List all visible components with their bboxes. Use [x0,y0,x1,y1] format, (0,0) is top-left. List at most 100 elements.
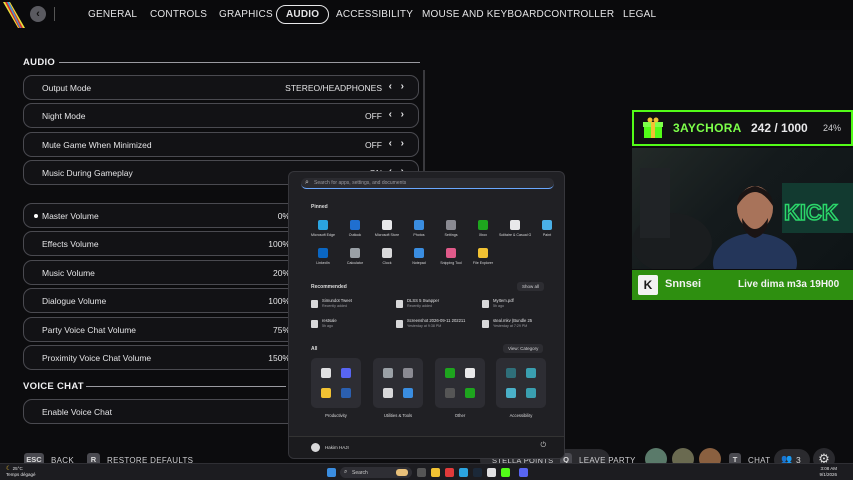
task-view-icon[interactable] [417,468,426,477]
tab-audio[interactable]: AUDIO [276,5,330,24]
windows-start-icon[interactable] [327,468,336,477]
start-search-input[interactable]: ⌕ Search for apps, settings, and documen… [301,178,554,189]
chrome-icon[interactable] [487,468,496,477]
pinned-app[interactable]: Photos [403,220,435,250]
setting-label: Party Voice Chat Volume [42,325,137,335]
setting-value: OFF [365,140,382,150]
recommended-item[interactable]: Simundot Tweet Recently added [311,298,391,314]
tab-controller[interactable]: CONTROLLER [544,9,614,20]
file-explorer-icon[interactable] [431,468,440,477]
tab-graphics[interactable]: GRAPHICS [219,9,273,20]
steam-icon[interactable] [473,468,482,477]
recommended-subtitle: 5h ago [322,324,333,328]
category-folder-other[interactable] [435,358,485,408]
taskbar-clock[interactable]: 3:08 AM 9/1/2026 [819,466,837,478]
pinned-app[interactable]: Clock [371,248,403,278]
category-name: Accessibility [509,413,533,418]
top-nav-bar: ‹ GENERAL CONTROLS GRAPHICS AUDIO ACCESS… [0,0,853,30]
app-name: Clock [382,261,392,265]
webcam-image: KICK [632,168,853,269]
setting-row-night-mode[interactable]: Night Mode OFF ‹ › [23,103,419,128]
chevron-left-icon[interactable]: ‹ [389,81,392,92]
setting-label: Effects Volume [42,239,99,249]
app-name: Notepad [412,261,426,265]
app-icon [382,248,392,258]
category-folder-utilities[interactable] [373,358,423,408]
banner-message: Live dima m3a 19H00 [738,279,840,290]
power-icon[interactable]: ⏻ [540,442,546,450]
chevron-right-icon[interactable]: › [401,81,404,92]
pinned-app[interactable]: LinkedIn [307,248,339,278]
back-arrow-button[interactable]: ‹ [30,6,46,22]
pinned-app[interactable]: Snipping Tool [435,248,467,278]
discord-icon[interactable] [519,468,528,477]
pinned-app[interactable]: Settings [435,220,467,250]
start-menu: ⌕ Search for apps, settings, and documen… [288,171,565,459]
chevron-left-icon[interactable]: ‹ [389,109,392,120]
recommended-item[interactable]: DLSS 5 Swapper Recently added [396,298,476,314]
setting-label: Enable Voice Chat [42,407,112,417]
recommended-subtitle: Recently added [407,304,432,308]
tab-accessibility[interactable]: ACCESSIBILITY [336,9,413,20]
recommended-item[interactable]: restsale 5h ago [311,318,391,334]
pinned-app[interactable]: Microsoft Store [371,220,403,250]
app-icon [318,220,328,230]
weather-widget[interactable]: ☾ 25°C Temps dégagé [6,466,36,478]
category-folder-productivity[interactable] [311,358,361,408]
stream-banner: K Snnsei Live dima m3a 19H00 [632,270,853,300]
setting-label: Night Mode [42,111,86,121]
svg-text:KICK: KICK [784,200,838,225]
app-icon [478,248,488,258]
setting-value: STEREO/HEADPHONES [285,83,382,93]
pinned-app[interactable]: File Explorer [467,248,499,278]
setting-value: 150% [268,353,290,363]
show-all-button[interactable]: Show all [517,282,545,291]
sub-goal-bar: 3AYCHORA 242 / 1000 24% [632,110,853,146]
chevron-right-icon[interactable]: › [401,138,404,149]
app-icon [445,388,455,398]
taskbar-search-label: Search [352,470,368,476]
recommended-name: MyItem.pdf [493,298,514,303]
recommended-name: steal.mkv (Bundle 25 [493,318,533,323]
taskbar-search[interactable]: ⌕ Search [340,467,412,478]
view-category-button[interactable]: View: Category [503,344,544,353]
weather-temp: 25°C [12,466,23,471]
recommended-subtitle: 5h ago [493,304,504,308]
search-placeholder: Search for apps, settings, and documents [314,180,407,186]
app-icon [478,220,488,230]
recommended-item[interactable]: MyItem.pdf 5h ago [482,298,562,314]
pinned-app[interactable]: Paint [531,220,563,250]
search-highlight-icon [396,469,408,476]
chevron-right-icon[interactable]: › [401,109,404,120]
tab-general[interactable]: GENERAL [88,9,137,20]
recommended-item[interactable]: Screenshot 2026-09-11 202211 Yesterday at… [396,318,476,334]
setting-row-output-mode[interactable]: Output Mode STEREO/HEADPHONES ‹ › [23,75,419,100]
file-icon [396,320,403,328]
app-icon [465,368,475,378]
pinned-app[interactable]: Notepad [403,248,435,278]
pinned-app[interactable]: Microsoft Edge [307,220,339,250]
pinned-app[interactable]: Outlook [339,220,371,250]
pinned-app[interactable]: Xbox [467,220,499,250]
pinned-app[interactable]: Calculator [339,248,371,278]
brave-icon[interactable] [445,468,454,477]
chevron-left-icon[interactable]: ‹ [389,138,392,149]
search-icon: ⌕ [344,469,348,475]
user-name[interactable]: Hakim HAJI [325,445,349,450]
pinned-app[interactable]: Solitaire & Casual Games [499,220,531,250]
setting-value: 100% [268,296,290,306]
gift-icon [643,117,663,138]
tab-mouse-and-keyboard[interactable]: MOUSE AND KEYBOARD [422,9,544,20]
tab-controls[interactable]: CONTROLS [150,9,207,20]
recommended-item[interactable]: steal.mkv (Bundle 25 Yesterday at 7:29 PM [482,318,562,334]
user-avatar[interactable] [311,443,320,452]
kick-icon[interactable] [501,468,510,477]
edge-icon[interactable] [459,468,468,477]
setting-row-mute-game-when-minimized[interactable]: Mute Game When Minimized OFF ‹ › [23,132,419,157]
app-icon [382,220,392,230]
category-folder-accessibility[interactable] [496,358,546,408]
category-name: Other [454,413,466,418]
section-divider [86,386,286,387]
tab-legal[interactable]: LEGAL [623,9,656,20]
recommended-name: Screenshot 2026-09-11 202211 [407,318,466,323]
